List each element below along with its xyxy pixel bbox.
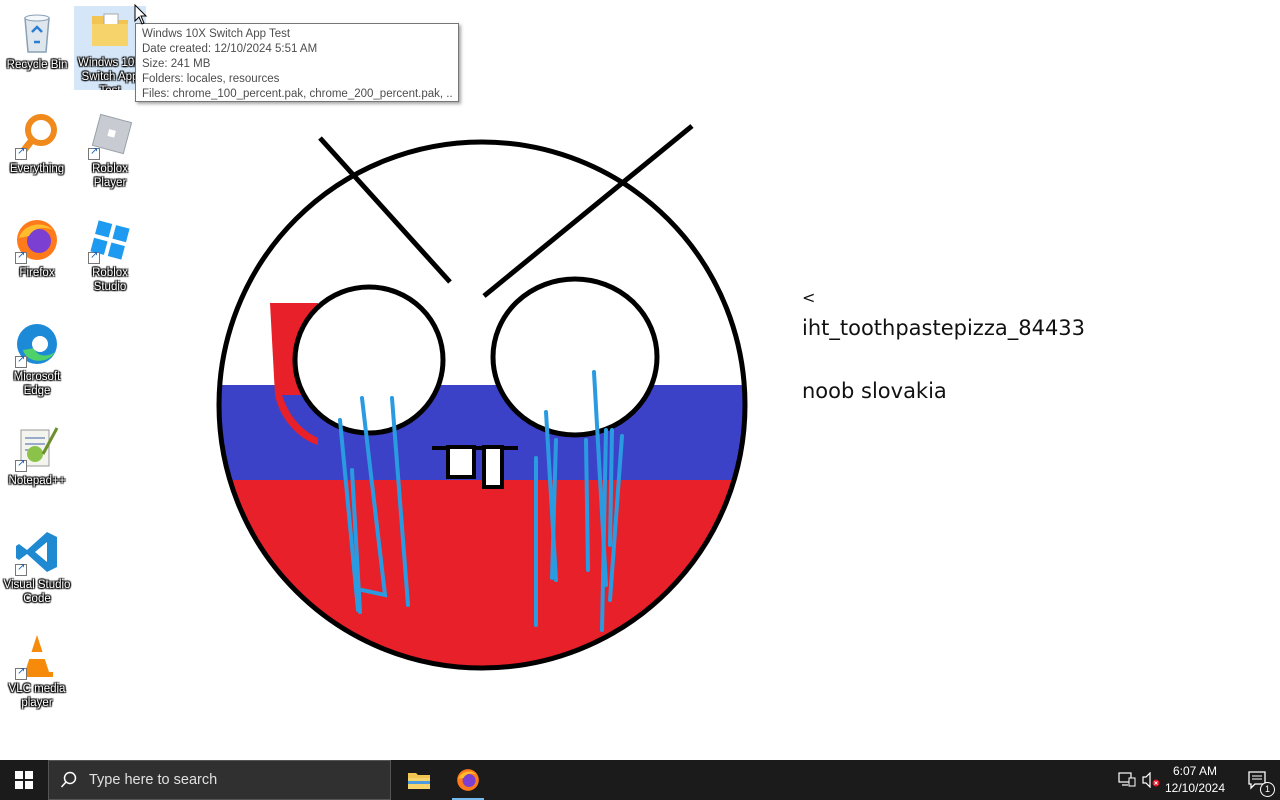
shortcut-arrow-icon: [15, 146, 27, 160]
everything-search-icon: [13, 112, 61, 160]
clock-time: 6:07 AM: [1172, 764, 1218, 778]
desktop-icon-label: Notepad++: [8, 475, 66, 487]
desktop-icon-vlc-media-player[interactable]: VLC media player: [1, 632, 73, 710]
desktop-icon-label: Microsoft Edge: [13, 371, 61, 397]
tooltip-date-created: Date created: 12/10/2024 5:51 AM: [142, 43, 318, 55]
desktop-icon-label: VLC media player: [8, 683, 66, 709]
roblox-player-icon: [86, 112, 134, 160]
taskbar: Type here to search 6:07 AM 12/10/2024 1: [0, 760, 1280, 800]
search-icon: [49, 771, 89, 789]
folder-info-tooltip: Windws 10X Switch App Test Date created:…: [135, 23, 459, 102]
desktop-icon-everything[interactable]: Everything: [1, 112, 73, 176]
shortcut-arrow-icon: [15, 458, 27, 472]
taskbar-firefox-button[interactable]: [444, 760, 492, 800]
shortcut-arrow-icon: [15, 666, 27, 680]
wallpaper-arrow-text: <: [802, 288, 816, 307]
windows-logo-icon: [15, 771, 33, 789]
desktop-icon-label: Visual Studio Code: [3, 579, 71, 605]
shortcut-arrow-icon: [88, 146, 100, 160]
desktop-icon-label: Roblox Player: [92, 163, 128, 189]
shortcut-arrow-icon: [88, 250, 100, 264]
recycle-bin-icon: [13, 8, 61, 56]
taskbar-file-explorer-button[interactable]: [395, 760, 443, 800]
notepad-plus-plus-icon: [13, 424, 61, 472]
desktop-icon-notepad-plus-plus[interactable]: Notepad++: [1, 424, 73, 488]
desktop-icon-roblox-studio[interactable]: Roblox Studio: [74, 216, 146, 294]
tooltip-folders: Folders: locales, resources: [142, 73, 280, 85]
start-button[interactable]: [0, 760, 48, 800]
edge-icon: [13, 320, 61, 368]
clock-date: 12/10/2024: [1164, 781, 1226, 795]
shortcut-arrow-icon: [15, 562, 27, 576]
desktop-icon-label: Everything: [9, 163, 65, 175]
mouse-cursor-icon: [134, 4, 148, 25]
firefox-icon: [457, 769, 479, 791]
tooltip-name: Windws 10X Switch App Test: [142, 28, 291, 40]
tooltip-size: Size: 241 MB: [142, 58, 211, 70]
shortcut-arrow-icon: [15, 250, 27, 264]
taskbar-clock[interactable]: 6:07 AM 12/10/2024: [1158, 763, 1232, 797]
network-icon[interactable]: [1118, 772, 1136, 793]
shortcut-arrow-icon: [15, 354, 27, 368]
desktop-wallpaper: [216, 124, 748, 671]
tooltip-files: Files: chrome_100_percent.pak, chrome_20…: [142, 88, 452, 100]
desktop-icon-roblox-player[interactable]: Roblox Player: [74, 112, 146, 190]
vlc-cone-icon: [13, 632, 61, 680]
search-placeholder: Type here to search: [89, 772, 218, 788]
desktop-icon-label: Firefox: [19, 267, 55, 279]
wallpaper-username-text: iht_toothpastepizza_84433: [802, 316, 1086, 340]
folder-icon: [86, 6, 134, 54]
slovakia-ball: [219, 142, 745, 668]
desktop-icon-microsoft-edge[interactable]: Microsoft Edge: [1, 320, 73, 398]
file-explorer-icon: [408, 773, 430, 789]
desktop-icon-label: Roblox Studio: [92, 267, 128, 293]
firefox-icon: [13, 216, 61, 264]
roblox-studio-icon: [86, 216, 134, 264]
desktop-icon-visual-studio-code[interactable]: Visual Studio Code: [1, 528, 73, 606]
desktop-icon-recycle-bin[interactable]: Recycle Bin: [1, 8, 73, 72]
desktop-icon-firefox[interactable]: Firefox: [1, 216, 73, 280]
notification-count-badge: 1: [1260, 782, 1275, 797]
desktop-icon-label: Recycle Bin: [6, 59, 68, 71]
taskbar-search-box[interactable]: Type here to search: [48, 760, 391, 800]
action-center-button[interactable]: 1: [1234, 760, 1280, 800]
wallpaper-caption-text: noob slovakia: [802, 379, 947, 403]
vscode-icon: [13, 528, 61, 576]
